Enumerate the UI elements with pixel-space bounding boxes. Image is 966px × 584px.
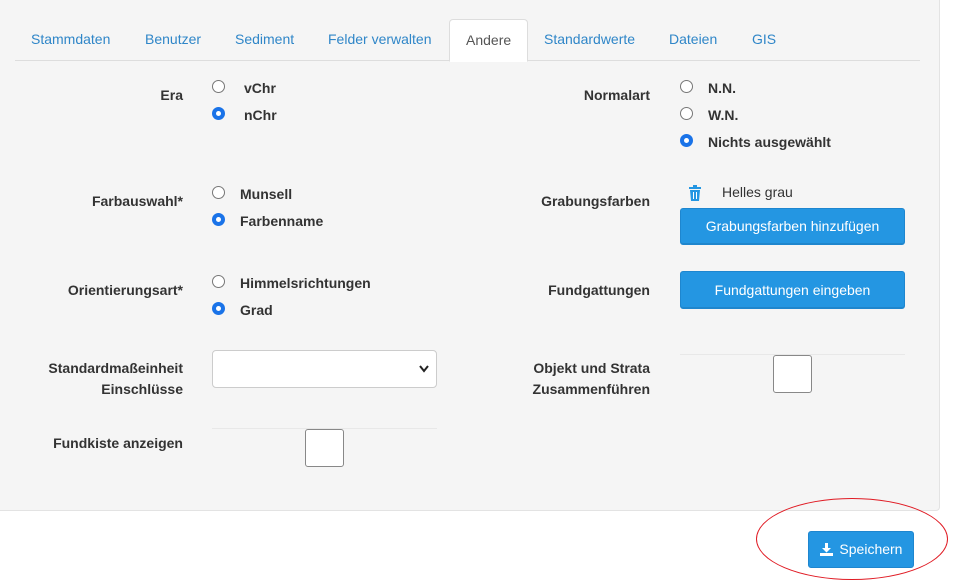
normalart-label: Normalart xyxy=(583,87,650,103)
era-option-nchr: nChr xyxy=(244,107,277,123)
orientierungsart-option-grad: Grad xyxy=(240,302,273,318)
normalart-radio-nn[interactable] xyxy=(680,80,693,93)
tab-benutzer[interactable]: Benutzer xyxy=(129,19,217,61)
fundkiste-field xyxy=(212,428,437,468)
normalart-radio-nichts[interactable] xyxy=(680,134,693,147)
orientierungsart-option-himmelsrichtungen: Himmelsrichtungen xyxy=(240,275,371,291)
fundgattungen-label: Fundgattungen xyxy=(548,282,650,298)
fundkiste-label: Fundkiste anzeigen xyxy=(53,435,183,451)
objekt-strata-label-line2: Zusammenführen xyxy=(532,381,650,397)
chevron-down-icon xyxy=(418,362,430,379)
standardmass-label: Standardmaßeinheit Einschlüsse xyxy=(20,358,183,400)
normalart-option-wn: W.N. xyxy=(708,107,739,123)
orientierungsart-radio-grad[interactable] xyxy=(212,302,225,315)
farbauswahl-radio-munsell[interactable] xyxy=(212,186,225,199)
farbauswahl-option-munsell: Munsell xyxy=(240,186,293,202)
era-radio-vchr[interactable] xyxy=(212,80,225,93)
objekt-strata-checkbox[interactable] xyxy=(773,355,812,393)
objekt-strata-label: Objekt und Strata Zusammenführen xyxy=(480,358,650,400)
normalart-option-nn: N.N. xyxy=(708,80,736,96)
orientierungsart-label: Orientierungsart* xyxy=(67,282,183,298)
grabungsfarben-item: Helles grau xyxy=(722,184,793,200)
farbauswahl-radio-farbenname[interactable] xyxy=(212,213,225,226)
farbauswahl-label: Farbauswahl* xyxy=(91,193,183,209)
era-radio-nchr[interactable] xyxy=(212,107,225,120)
tab-stammdaten[interactable]: Stammdaten xyxy=(15,19,126,61)
orientierungsart-radio-himmelsrichtungen[interactable] xyxy=(212,275,225,288)
annotation-circle xyxy=(756,498,948,580)
standardmass-label-line2: Einschlüsse xyxy=(101,381,183,397)
normalart-radio-wn[interactable] xyxy=(680,107,693,120)
grabungsfarben-label: Grabungsfarben xyxy=(541,193,650,209)
farbauswahl-option-farbenname: Farbenname xyxy=(240,213,324,229)
normalart-option-nichts: Nichts ausgewählt xyxy=(708,134,831,150)
tab-standardwerte[interactable]: Standardwerte xyxy=(528,19,651,61)
trash-icon[interactable] xyxy=(688,185,702,204)
tab-bar: Stammdaten Benutzer Sediment Felder verw… xyxy=(15,19,920,62)
tab-andere[interactable]: Andere xyxy=(449,19,529,62)
tab-dateien[interactable]: Dateien xyxy=(653,19,733,61)
objekt-strata-field xyxy=(680,354,905,394)
settings-panel: Stammdaten Benutzer Sediment Felder verw… xyxy=(0,0,940,511)
tab-sediment[interactable]: Sediment xyxy=(219,19,310,61)
objekt-strata-label-line1: Objekt und Strata xyxy=(533,360,650,376)
tab-felder-verwalten[interactable]: Felder verwalten xyxy=(312,19,448,61)
fundgattungen-button[interactable]: Fundgattungen eingeben xyxy=(680,271,905,309)
standardmass-select[interactable] xyxy=(212,350,437,388)
fundkiste-checkbox[interactable] xyxy=(305,429,344,467)
standardmass-label-line1: Standardmaßeinheit xyxy=(48,360,183,376)
tab-gis[interactable]: GIS xyxy=(736,19,792,61)
add-grabungsfarben-button[interactable]: Grabungsfarben hinzufügen xyxy=(680,208,905,245)
era-option-vchr: vChr xyxy=(244,80,276,96)
era-label: Era xyxy=(160,87,183,103)
